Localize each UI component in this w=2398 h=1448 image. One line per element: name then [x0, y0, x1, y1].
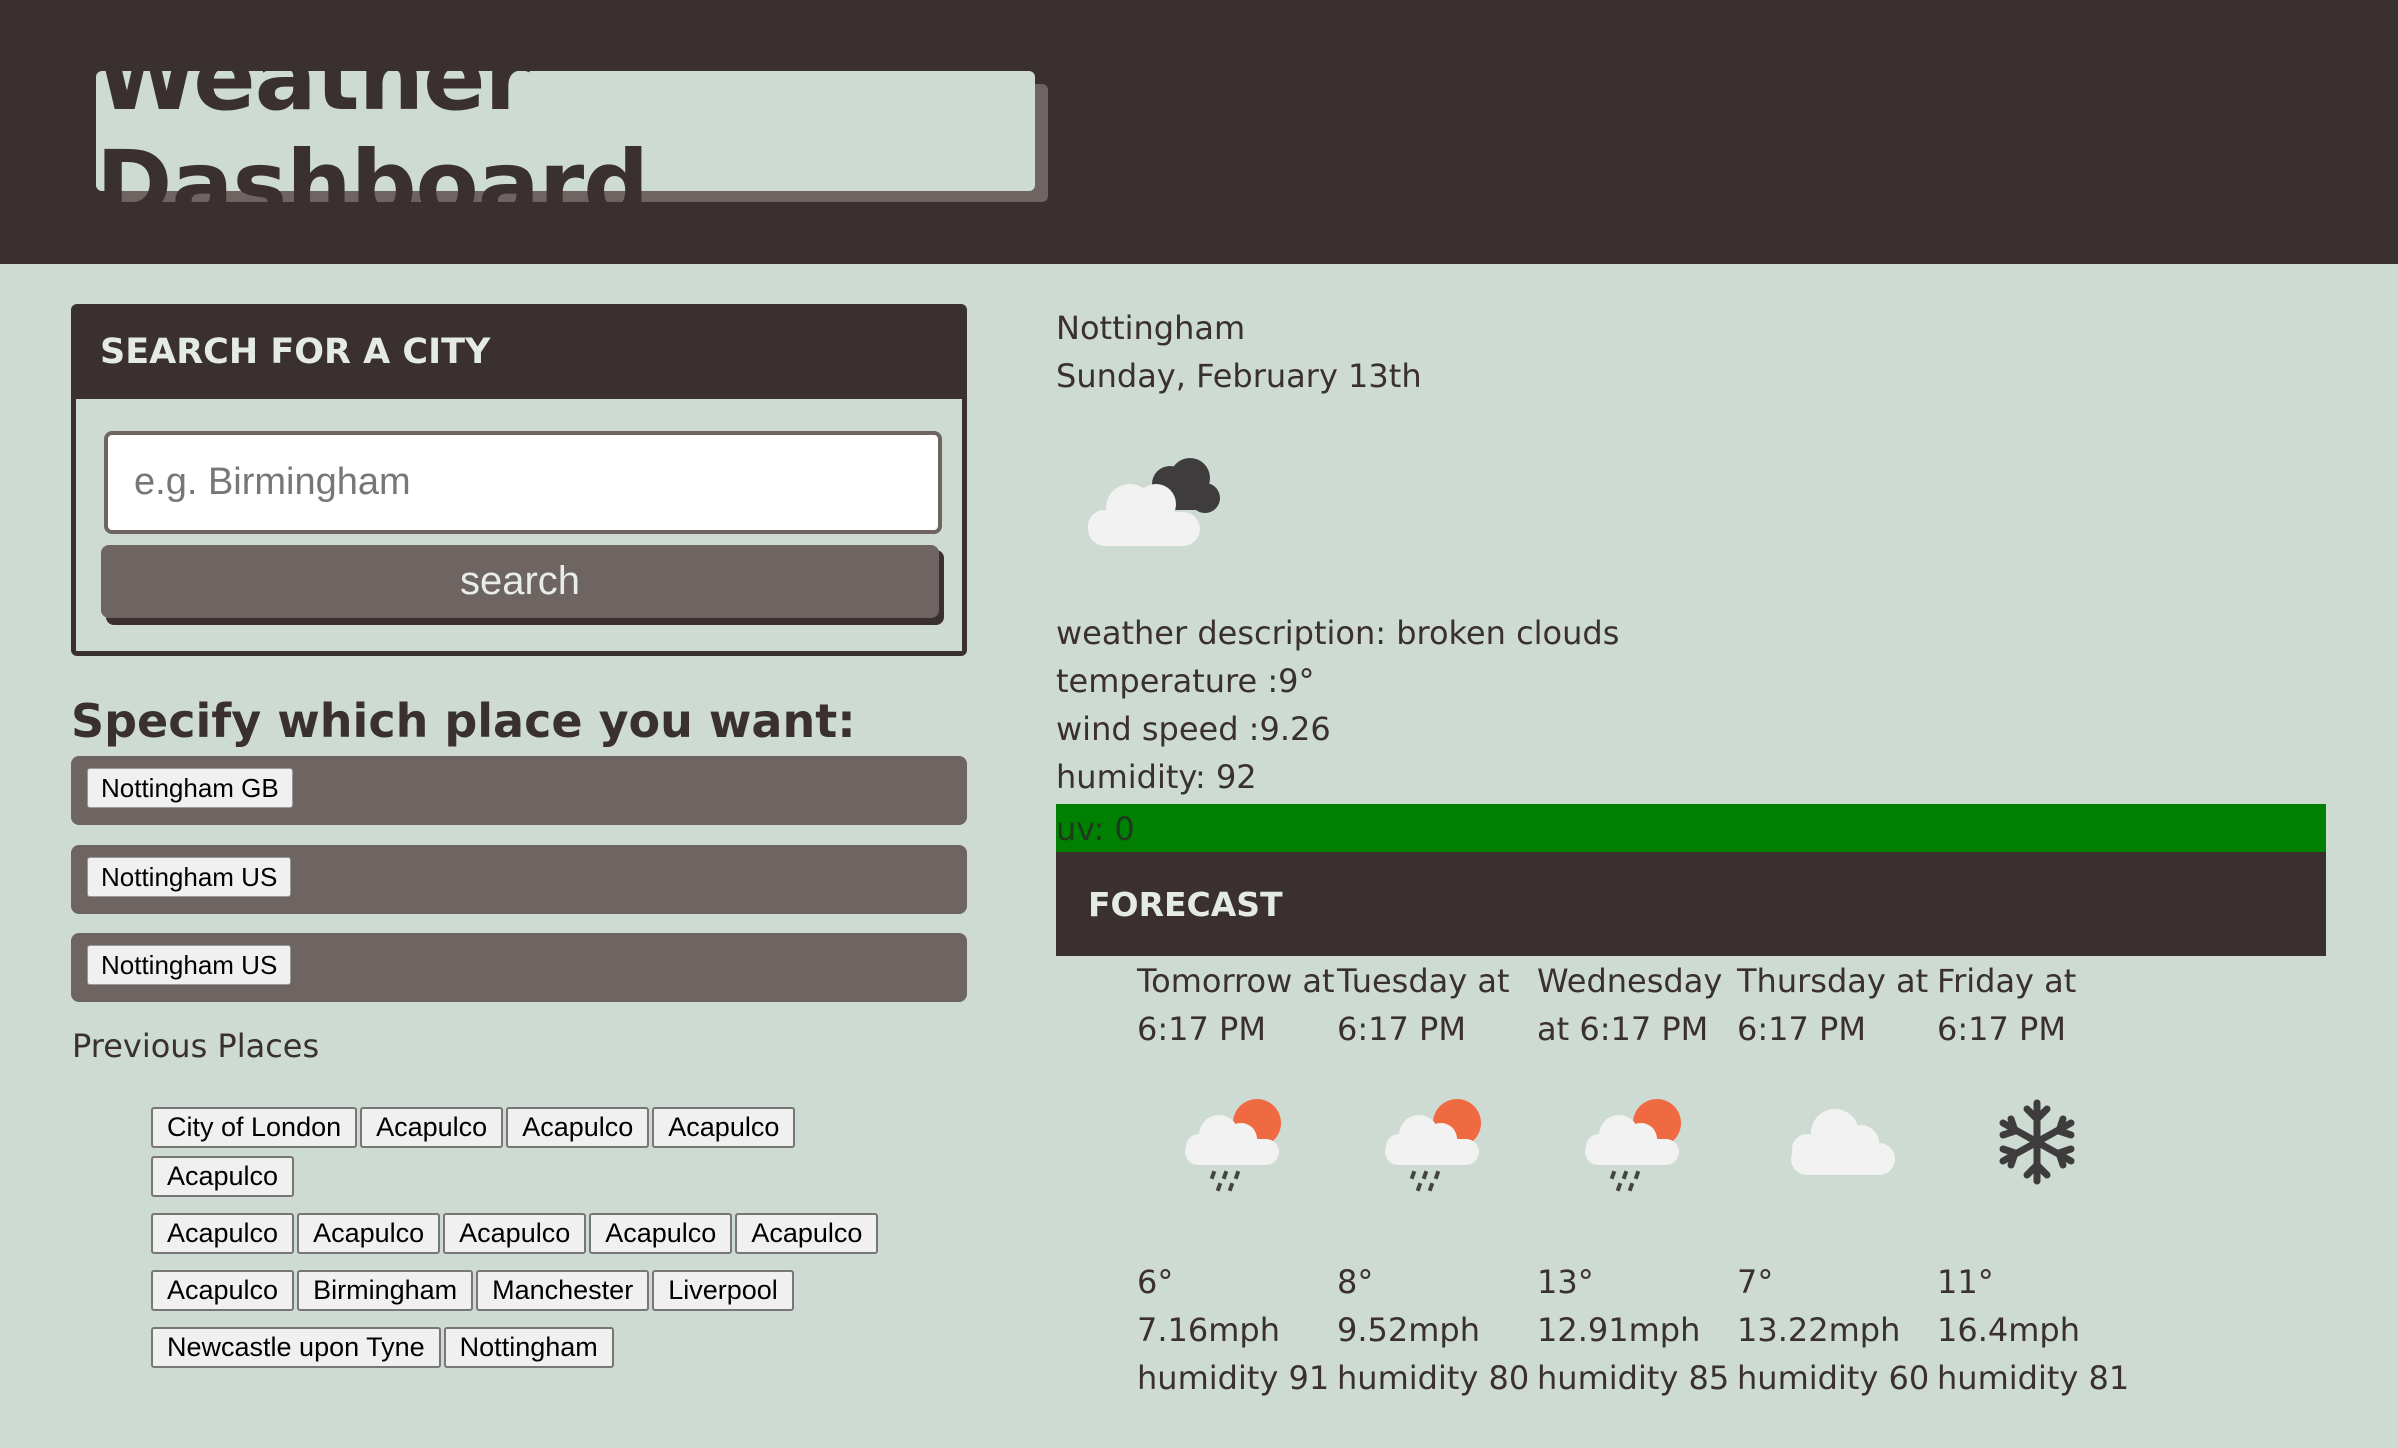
previous-place-button[interactable]: Nottingham	[443, 1327, 614, 1368]
forecast-day: Thursday at 6:17 PM 7° 13.22mph humidity…	[1737, 957, 1937, 1397]
forecast-date: Friday at 6:17 PM	[1937, 962, 2077, 1048]
previous-place-button[interactable]: Acapulco	[443, 1213, 587, 1254]
forecast-wind: 9.52mph	[1337, 1311, 1481, 1349]
current-date: Sunday, February 13th	[1056, 357, 1422, 395]
current-wind-speed: wind speed :9.26	[1056, 710, 1331, 748]
broken-clouds-icon	[1088, 458, 1220, 546]
forecast-humidity: humidity 80	[1337, 1359, 1530, 1397]
previous-place-button[interactable]: Manchester	[476, 1270, 650, 1311]
forecast-temperature: 6°	[1137, 1263, 1174, 1301]
search-card: SEARCH FOR A CITY search	[71, 304, 967, 656]
search-card-heading: SEARCH FOR A CITY	[100, 331, 491, 372]
previous-place-button[interactable]: Acapulco	[151, 1270, 295, 1311]
previous-place-button[interactable]: Acapulco	[297, 1213, 441, 1254]
current-temperature: temperature :9°	[1056, 662, 1315, 700]
place-option-button[interactable]: Nottingham GB	[87, 768, 293, 808]
search-button[interactable]: search	[101, 545, 939, 618]
rain-sun-icon	[1585, 1099, 1681, 1192]
forecast-humidity: humidity 85	[1537, 1359, 1730, 1397]
search-card-body: search	[76, 399, 962, 651]
previous-place-button[interactable]: Acapulco	[360, 1107, 504, 1148]
forecast-date: Tuesday at 6:17 PM	[1337, 962, 1510, 1048]
forecast-date: Wednesday at 6:17 PM	[1537, 962, 1723, 1048]
forecast-day: Friday at 6:17 PM 11° 16.4mph humidity 8…	[1937, 957, 2137, 1397]
uv-index-bar: uv: 0	[1056, 804, 2326, 852]
forecast-date: Tomorrow at 6:17 PM	[1137, 962, 1335, 1048]
forecast-heading: FORECAST	[1056, 852, 2326, 956]
previous-place-button[interactable]: Birmingham	[297, 1270, 474, 1311]
place-option-row: Nottingham US	[71, 845, 967, 914]
cloud-icon	[1791, 1109, 1895, 1175]
place-option-button[interactable]: Nottingham US	[87, 857, 292, 897]
forecast-wind: 16.4mph	[1937, 1311, 2081, 1349]
forecast-humidity: humidity 60	[1737, 1359, 1930, 1397]
forecast-wind: 7.16mph	[1137, 1311, 1281, 1349]
previous-place-button[interactable]: Acapulco	[735, 1213, 879, 1254]
forecast-temperature: 8°	[1337, 1263, 1374, 1301]
page-title: Weather Dashboard	[96, 24, 1035, 238]
previous-place-button[interactable]: City of London	[151, 1107, 358, 1148]
weather-description: weather description: broken clouds	[1056, 614, 1620, 652]
city-search-input[interactable]	[104, 431, 942, 534]
place-option-row: Nottingham GB	[71, 756, 967, 825]
previous-place-button[interactable]: Liverpool	[652, 1270, 794, 1311]
forecast-temperature: 11°	[1937, 1263, 1994, 1301]
previous-place-button[interactable]: Acapulco	[151, 1156, 295, 1197]
specify-place-title: Specify which place you want:	[71, 694, 856, 748]
forecast-humidity: humidity 91	[1137, 1359, 1330, 1397]
rain-sun-icon	[1185, 1099, 1281, 1192]
forecast-wind: 12.91mph	[1537, 1311, 1701, 1349]
previous-place-button[interactable]: Acapulco	[652, 1107, 796, 1148]
place-option-button[interactable]: Nottingham US	[87, 945, 292, 985]
forecast-day: Tuesday at 6:17 PM 8° 9.52mph humidity 8…	[1337, 957, 1537, 1397]
current-city: Nottingham	[1056, 309, 1246, 347]
forecast-date: Thursday at 6:17 PM	[1737, 962, 1929, 1048]
snowflake-icon	[1999, 1099, 2075, 1185]
forecast-temperature: 13°	[1537, 1263, 1594, 1301]
previous-place-button[interactable]: Acapulco	[589, 1213, 733, 1254]
forecast-day: Tomorrow at 6:17 PM 6° 7.16mph humidity …	[1137, 957, 1337, 1397]
previous-place-button[interactable]: Acapulco	[506, 1107, 650, 1148]
forecast-temperature: 7°	[1737, 1263, 1774, 1301]
rain-sun-icon	[1385, 1099, 1481, 1192]
forecast-day: Wednesday at 6:17 PM 13° 12.91mph humidi…	[1537, 957, 1737, 1397]
previous-place-button[interactable]: Acapulco	[151, 1213, 295, 1254]
previous-places-list: City of London Acapulco Acapulco Acapulc…	[151, 1107, 931, 1368]
previous-place-button[interactable]: Newcastle upon Tyne	[151, 1327, 441, 1368]
place-option-row: Nottingham US	[71, 933, 967, 1002]
forecast-wind: 13.22mph	[1737, 1311, 1901, 1349]
current-humidity: humidity: 92	[1056, 758, 1257, 796]
previous-places-title: Previous Places	[72, 1027, 320, 1065]
forecast-humidity: humidity 81	[1937, 1359, 2130, 1397]
